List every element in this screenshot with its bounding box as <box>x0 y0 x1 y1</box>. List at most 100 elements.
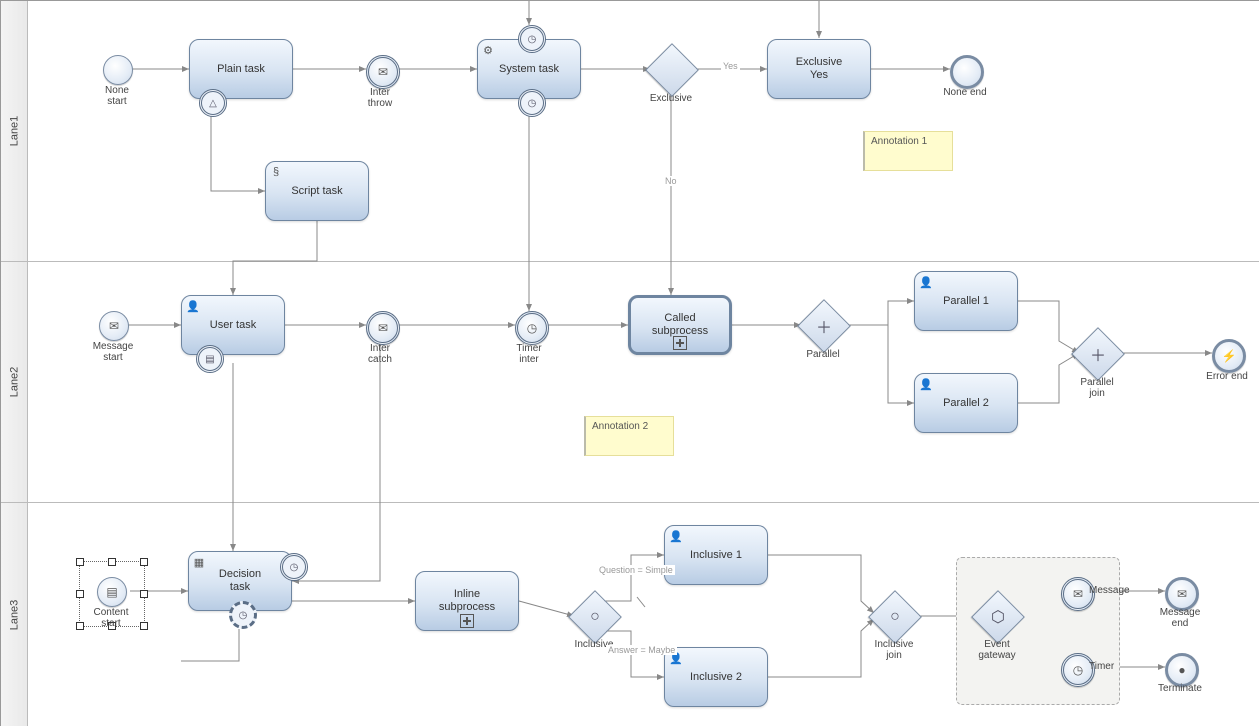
annotation-1-text: Annotation 1 <box>871 136 927 147</box>
decision-boundary-timer-right[interactable]: ◷ <box>280 553 308 581</box>
pool: Lane1 Lane2 Lane3 <box>0 0 1259 726</box>
parallel-2-label: Parallel 2 <box>943 397 989 410</box>
expand-icon <box>673 336 687 350</box>
content-start-label: Contentstart <box>81 607 141 629</box>
clock-icon: ◷ <box>283 556 305 578</box>
gear-icon: ⚙ <box>482 44 494 56</box>
clock-icon: ◷ <box>1064 656 1092 684</box>
lane-3-label: Lane3 <box>8 600 20 631</box>
inclusive-join-label: Inclusivejoin <box>864 639 924 661</box>
lane-2-header[interactable]: Lane2 <box>1 262 28 502</box>
circle-icon: ○ <box>877 599 913 635</box>
decision-task-label: Decisiontask <box>219 568 261 593</box>
plain-task[interactable]: Plain task <box>189 39 293 99</box>
lane-1[interactable]: Lane1 <box>1 1 1259 261</box>
bpmn-canvas[interactable]: Lane1 Lane2 Lane3 <box>0 0 1259 726</box>
clock-icon: ◷ <box>232 604 254 626</box>
timer-inter-label: Timerinter <box>499 343 559 365</box>
user-task-boundary[interactable]: ▤ <box>196 345 224 373</box>
pentagon-icon: ⬡ <box>980 599 1016 635</box>
error-end-label: Error end <box>1197 371 1257 382</box>
annotation-1[interactable]: Annotation 1 <box>863 131 953 171</box>
inclusive-2-task[interactable]: 👤 Inclusive 2 <box>664 647 768 707</box>
message-start-event[interactable]: ✉ <box>99 311 129 341</box>
system-task-label: System task <box>499 63 559 76</box>
document-icon: ▤ <box>98 578 126 606</box>
rule-icon: ▦ <box>193 556 205 568</box>
lane-2-label: Lane2 <box>8 367 20 398</box>
exclusive-yes-label: ExclusiveYes <box>796 56 842 81</box>
called-subprocess-label: Calledsubprocess <box>652 312 708 337</box>
error-end-event[interactable]: ⚡ <box>1212 339 1246 373</box>
user-task[interactable]: 👤 User task <box>181 295 285 355</box>
inline-subprocess[interactable]: Inlinesubprocess <box>415 571 519 631</box>
inline-subprocess-label: Inlinesubprocess <box>439 588 495 613</box>
inclusive-2-label: Inclusive 2 <box>690 671 742 684</box>
called-subprocess[interactable]: Calledsubprocess <box>628 295 732 355</box>
clock-icon: ◷ <box>518 314 546 342</box>
plus-icon: ＋ <box>806 308 842 344</box>
parallel-1-label: Parallel 1 <box>943 295 989 308</box>
content-start-event[interactable]: ▤ <box>97 577 127 607</box>
inter-catch-label: Intercatch <box>350 343 410 365</box>
edge-label-answer: Answer = Maybe <box>606 645 677 655</box>
clock-icon: ◷ <box>521 28 543 50</box>
document-icon: ▤ <box>199 348 221 370</box>
lane-1-header[interactable]: Lane1 <box>1 1 28 261</box>
inclusive-1-task[interactable]: 👤 Inclusive 1 <box>664 525 768 585</box>
annotation-2-text: Annotation 2 <box>592 421 648 432</box>
plus-icon: ＋ <box>1080 336 1116 372</box>
plain-task-boundary-signal[interactable]: △ <box>199 89 227 117</box>
edge-label-yes: Yes <box>721 61 740 71</box>
terminate-event[interactable]: ● <box>1165 653 1199 687</box>
lane-3-header[interactable]: Lane3 <box>1 503 28 726</box>
script-task-label: Script task <box>291 185 342 198</box>
inter-throw-event[interactable]: ✉ <box>366 55 400 89</box>
timer-inter-event[interactable]: ◷ <box>515 311 549 345</box>
parallel-gateway-label: Parallel <box>793 349 853 360</box>
parallel-join-label: Paralleljoin <box>1067 377 1127 399</box>
user-icon: 👤 <box>669 530 681 542</box>
timer-inter2-label: Timer <box>1089 661 1139 672</box>
signal-icon: △ <box>202 92 224 114</box>
edge-label-question: Question = Simple <box>597 565 675 575</box>
script-icon: § <box>270 166 282 178</box>
message-inter-label: Message <box>1089 585 1139 596</box>
user-task-label: User task <box>210 319 256 332</box>
inclusive-1-label: Inclusive 1 <box>690 549 742 562</box>
circle-icon: ○ <box>577 599 613 635</box>
message-start-label: Messagestart <box>83 341 143 363</box>
envelope-icon: ✉ <box>1168 580 1196 608</box>
inter-catch-event[interactable]: ✉ <box>366 311 400 345</box>
system-task-boundary-timer-top[interactable]: ◷ <box>518 25 546 53</box>
envelope-icon: ✉ <box>369 314 397 342</box>
annotation-2[interactable]: Annotation 2 <box>584 416 674 456</box>
none-end-event[interactable] <box>950 55 984 89</box>
lane-1-label: Lane1 <box>8 116 20 147</box>
message-end-label: Messageend <box>1150 607 1210 629</box>
envelope-icon: ✉ <box>369 58 397 86</box>
inter-throw-label: Interthrow <box>350 87 410 109</box>
event-gateway-label: Eventgateway <box>967 639 1027 661</box>
terminate-label: Terminate <box>1150 683 1210 694</box>
none-end-label: None end <box>935 87 995 98</box>
terminate-icon: ● <box>1168 656 1196 684</box>
script-task[interactable]: § Script task <box>265 161 369 221</box>
user-icon: 👤 <box>186 300 198 312</box>
system-task-boundary-timer-bottom[interactable]: ◷ <box>518 89 546 117</box>
none-start-label: Nonestart <box>87 85 147 107</box>
message-end-event[interactable]: ✉ <box>1165 577 1199 611</box>
decision-boundary-timer-bottom[interactable]: ◷ <box>229 601 257 629</box>
parallel-1-task[interactable]: 👤 Parallel 1 <box>914 271 1018 331</box>
exclusive-gateway-label: Exclusive <box>641 93 701 104</box>
none-start-event[interactable] <box>103 55 133 85</box>
clock-icon: ◷ <box>521 92 543 114</box>
parallel-2-task[interactable]: 👤 Parallel 2 <box>914 373 1018 433</box>
envelope-icon: ✉ <box>100 312 128 340</box>
user-icon: 👤 <box>919 276 931 288</box>
envelope-icon: ✉ <box>1064 580 1092 608</box>
edge-label-no: No <box>663 176 679 186</box>
plain-task-label: Plain task <box>217 63 265 76</box>
expand-icon <box>460 614 474 628</box>
exclusive-yes-task[interactable]: ExclusiveYes <box>767 39 871 99</box>
